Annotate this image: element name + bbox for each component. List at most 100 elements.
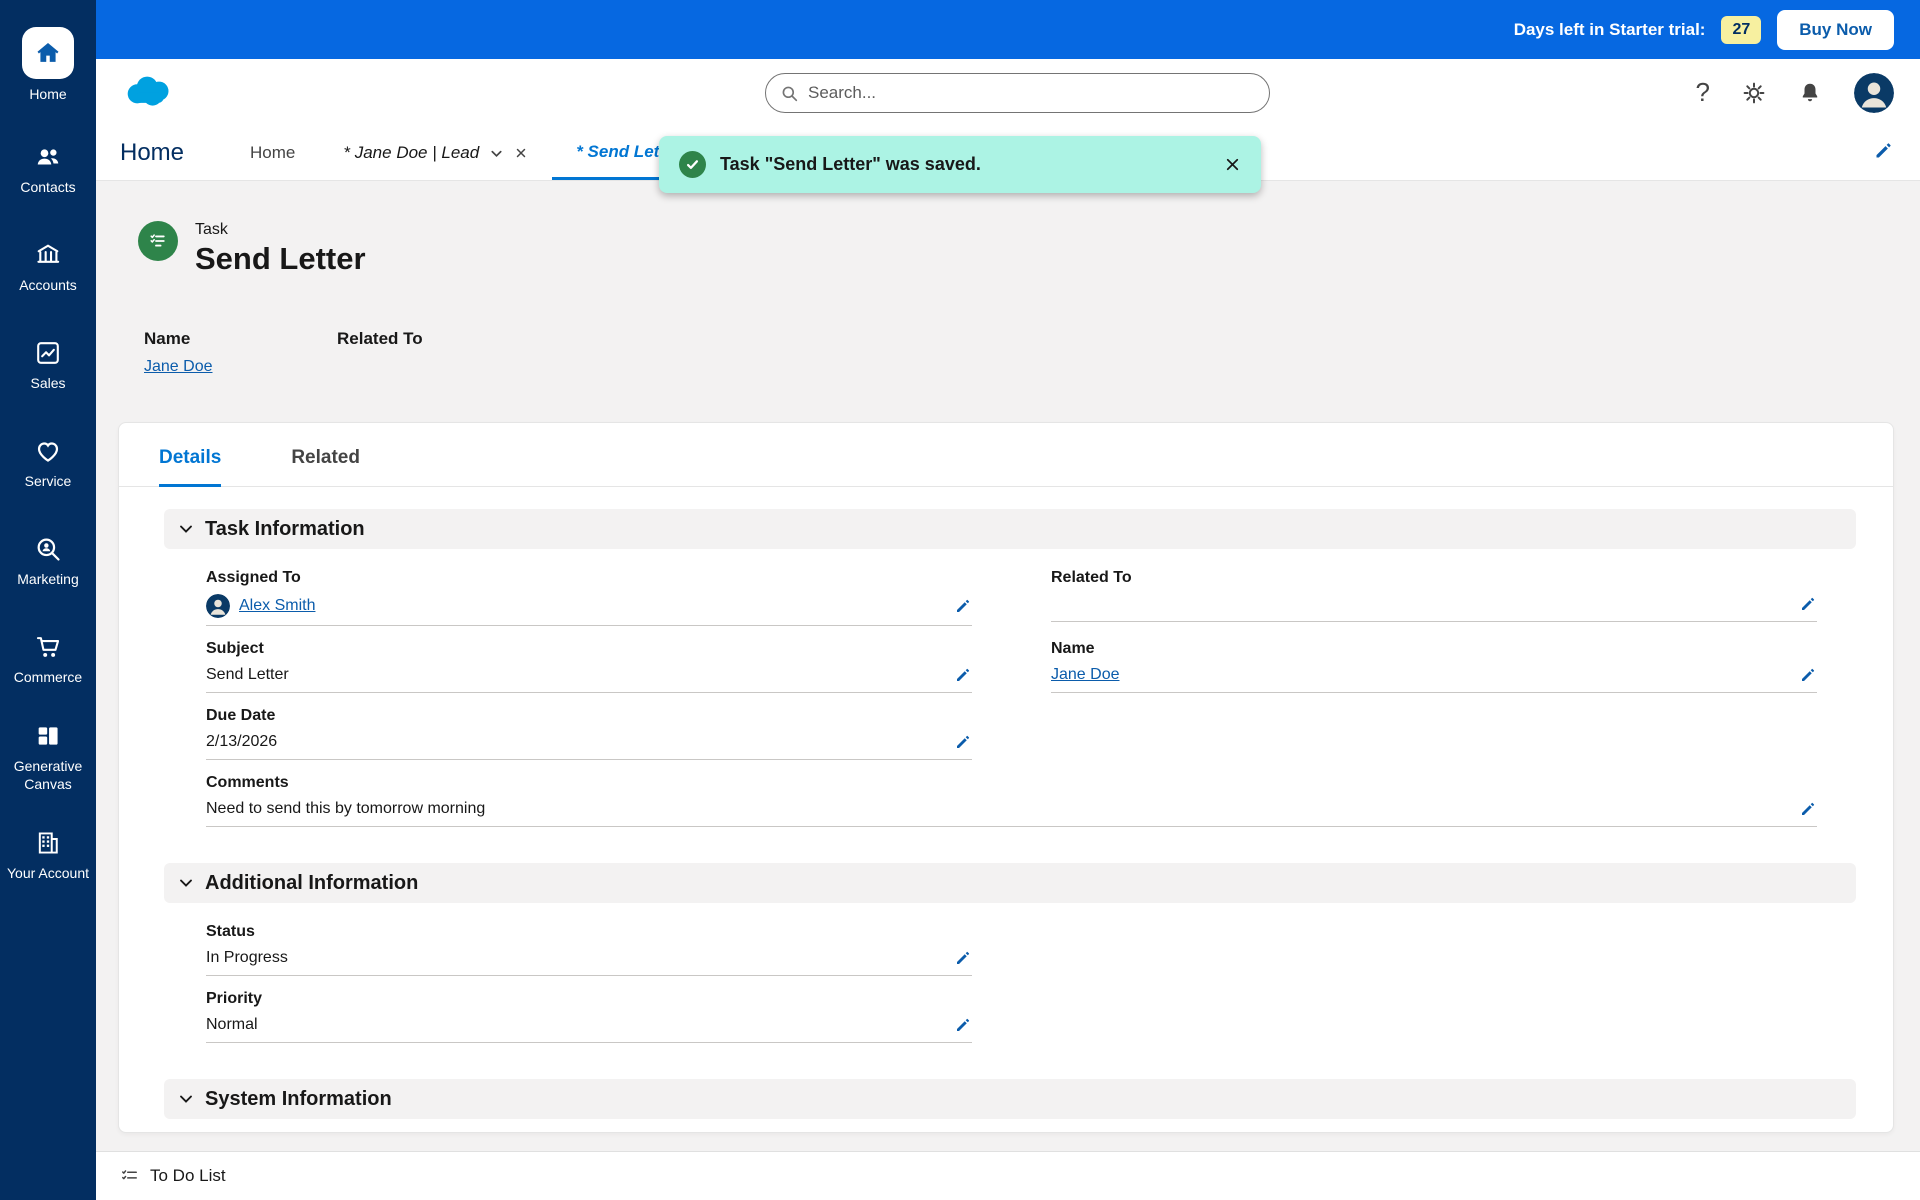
sales-icon [33, 338, 63, 368]
close-tab-icon[interactable] [514, 146, 528, 160]
entity-type-label: Task [195, 221, 228, 238]
app-sidebar: Home Contacts Accounts Sales Service Mar… [0, 0, 96, 1200]
highlight-label: Related To [337, 329, 423, 348]
your-account-icon [33, 828, 63, 858]
trial-bar: Days left in Starter trial: 27 Buy Now [96, 0, 1920, 59]
sidebar-item-label: Commerce [13, 668, 83, 685]
section-title: Additional Information [205, 871, 419, 894]
search-icon [780, 84, 799, 103]
field-subject: Subject Send Letter [206, 640, 972, 693]
highlights-panel: Name Jane Doe Related To [144, 329, 530, 376]
sidebar-item-marketing[interactable]: Marketing [0, 512, 96, 610]
bell-icon[interactable] [1798, 81, 1822, 105]
app-name: Home [120, 139, 185, 166]
main-content: Task Send Letter Name Jane Doe Related T… [96, 181, 1920, 1151]
field-label: Assigned To [206, 569, 301, 586]
field-priority: Priority Normal [206, 990, 972, 1043]
sidebar-item-sales[interactable]: Sales [0, 316, 96, 414]
tab-label: Home [250, 143, 296, 162]
field-label: Subject [206, 640, 264, 657]
edit-assigned-to-icon[interactable] [944, 597, 972, 615]
service-icon [33, 436, 63, 466]
sidebar-item-label: Marketing [17, 570, 79, 587]
edit-page-pencil-icon[interactable] [1873, 140, 1894, 166]
edit-name-icon[interactable] [1789, 666, 1817, 684]
tab-details[interactable]: Details [159, 447, 222, 487]
field-label: Comments [206, 774, 289, 791]
success-check-icon [679, 151, 706, 178]
buy-now-button[interactable]: Buy Now [1777, 9, 1894, 50]
field-related-to: Related To [1051, 569, 1817, 626]
sidebar-item-service[interactable]: Service [0, 414, 96, 512]
field-label: Priority [206, 990, 263, 1007]
sidebar-item-commerce[interactable]: Commerce [0, 610, 96, 708]
record-name-link[interactable]: Jane Doe [144, 358, 213, 375]
field-status: Status In Progress [206, 923, 972, 976]
chevron-down-icon[interactable] [489, 146, 504, 161]
commerce-icon [33, 632, 63, 662]
tab-related[interactable]: Related [291, 447, 360, 486]
toast-close-icon[interactable] [1224, 156, 1241, 173]
global-header: ? [96, 59, 1920, 126]
success-toast: Task "Send Letter" was saved. [659, 136, 1261, 193]
field-label: Related To [1051, 569, 1132, 586]
status-value: In Progress [206, 949, 288, 966]
record-header: Task Send Letter [138, 221, 366, 277]
edit-comments-icon[interactable] [1789, 800, 1817, 818]
section-additional-information[interactable]: Additional Information [164, 863, 1856, 903]
trial-days-label: Days left in Starter trial: [1513, 19, 1706, 39]
subject-value: Send Letter [206, 666, 289, 683]
sidebar-item-label: Your Account [7, 864, 89, 881]
sidebar-item-generative-canvas[interactable]: Generative Canvas [0, 708, 96, 806]
name-link[interactable]: Jane Doe [1051, 666, 1120, 684]
todo-list-button[interactable]: To Do List [120, 1166, 226, 1186]
sidebar-item-label: Contacts [20, 178, 76, 195]
highlight-related-to: Related To [337, 329, 530, 376]
marketing-icon [33, 534, 63, 564]
chevron-down-icon [178, 521, 194, 537]
edit-subject-icon[interactable] [944, 666, 972, 684]
field-label: Status [206, 923, 255, 940]
tab-label: * Jane Doe | Lead [343, 143, 480, 162]
section-title: System Information [205, 1087, 392, 1110]
edit-related-to-icon[interactable] [1789, 595, 1817, 613]
section-task-information[interactable]: Task Information [164, 509, 1856, 549]
sidebar-item-your-account[interactable]: Your Account [0, 806, 96, 904]
global-search[interactable] [765, 73, 1270, 113]
user-avatar[interactable] [1854, 72, 1894, 113]
field-label: Name [1051, 640, 1095, 657]
edit-status-icon[interactable] [944, 949, 972, 967]
chevron-down-icon [178, 1091, 194, 1107]
due-date-value: 2/13/2026 [206, 733, 278, 750]
home-icon [22, 26, 74, 79]
sidebar-item-label: Sales [30, 374, 66, 391]
search-input[interactable] [808, 83, 1255, 103]
tab-home[interactable]: Home [226, 126, 319, 180]
field-assigned-to: Assigned To Alex Smith [206, 569, 972, 626]
tab-jane-doe-lead[interactable]: * Jane Doe | Lead [319, 126, 552, 180]
toast-message: Task "Send Letter" was saved. [720, 154, 981, 174]
gear-icon[interactable] [1742, 81, 1766, 105]
edit-priority-icon[interactable] [944, 1016, 972, 1034]
edit-due-date-icon[interactable] [944, 733, 972, 751]
comments-value: Need to send this by tomorrow morning [206, 800, 486, 817]
highlight-name: Name Jane Doe [144, 329, 337, 376]
sidebar-item-contacts[interactable]: Contacts [0, 120, 96, 218]
salesforce-logo [120, 71, 178, 118]
trial-days-badge: 27 [1721, 15, 1762, 44]
sidebar-item-label: Service [24, 472, 72, 489]
sidebar-item-home[interactable]: Home [0, 0, 96, 120]
assigned-to-link[interactable]: Alex Smith [239, 597, 315, 615]
section-system-information[interactable]: System Information [164, 1079, 1856, 1119]
sidebar-item-label: Home [29, 85, 67, 102]
field-comments: Comments Need to send this by tomorrow m… [206, 774, 1817, 827]
task-icon [138, 221, 178, 261]
help-icon[interactable]: ? [1696, 77, 1710, 108]
detail-tabs: Details Related [119, 423, 1893, 487]
avatar [206, 594, 230, 618]
sidebar-item-accounts[interactable]: Accounts [0, 218, 96, 316]
field-label: Due Date [206, 707, 276, 724]
generative-canvas-icon [33, 721, 63, 751]
contacts-icon [33, 142, 63, 172]
section-title: Task Information [205, 517, 365, 540]
